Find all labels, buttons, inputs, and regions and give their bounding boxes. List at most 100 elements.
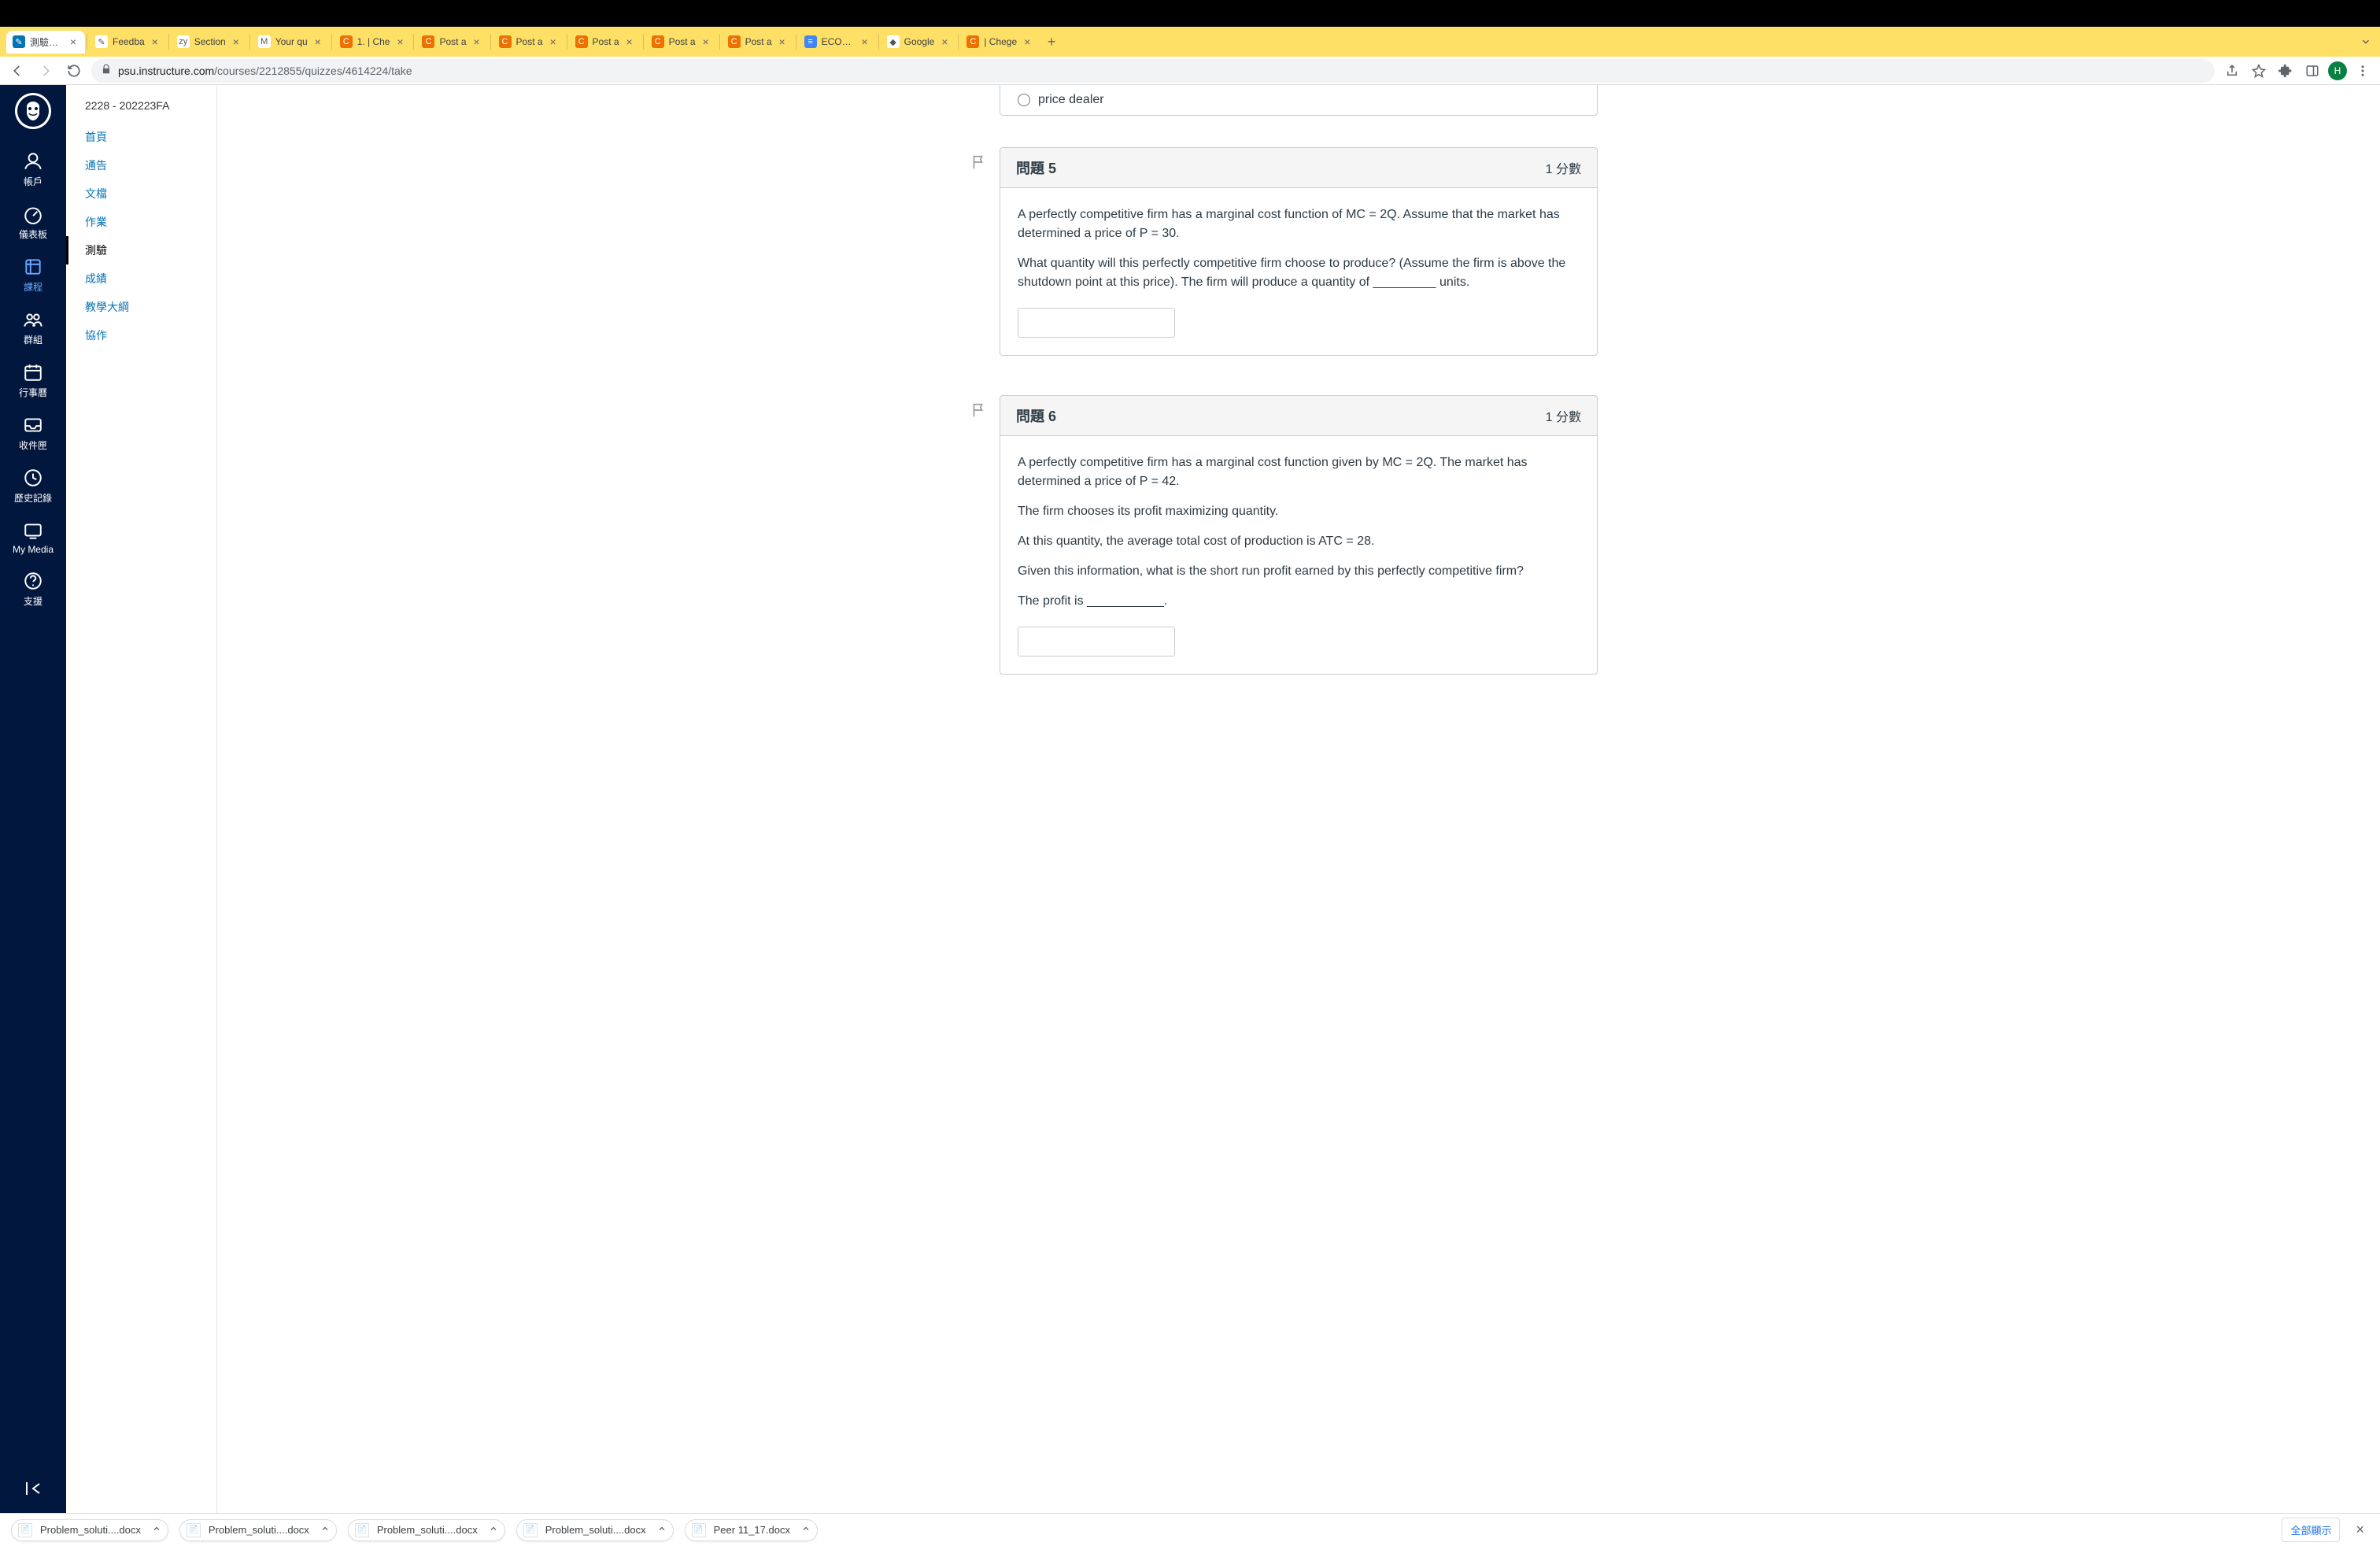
chevron-up-icon[interactable] bbox=[152, 1524, 161, 1536]
global-nav-account[interactable]: 帳戶 bbox=[13, 143, 54, 196]
course-nav: 2228 - 202223FA 首頁通告文檔作業測驗成績教學大綱協作 bbox=[66, 85, 217, 1513]
course-nav-link[interactable]: 測驗 bbox=[66, 236, 216, 264]
download-item[interactable]: 📄Problem_soluti....docx bbox=[516, 1519, 674, 1541]
browser-tab[interactable]: CPost a× bbox=[645, 31, 718, 53]
chevron-up-icon[interactable] bbox=[657, 1524, 667, 1536]
browser-tab[interactable]: ◆Google× bbox=[881, 31, 957, 53]
browser-address-bar: psu.instructure.com/courses/2212855/quiz… bbox=[0, 57, 2380, 85]
side-panel-icon[interactable] bbox=[2301, 60, 2323, 82]
browser-tab[interactable]: CPost a× bbox=[416, 31, 488, 53]
course-nav-link[interactable]: 首頁 bbox=[66, 123, 216, 151]
course-nav-link[interactable]: 協作 bbox=[66, 321, 216, 350]
download-item[interactable]: 📄 Problem_soluti....docx bbox=[179, 1519, 337, 1541]
course-nav-link[interactable]: 教學大綱 bbox=[66, 293, 216, 321]
browser-tab[interactable]: ≡ECON 1× bbox=[798, 31, 877, 53]
nav-label: 群組 bbox=[24, 333, 42, 346]
course-nav-link[interactable]: 文檔 bbox=[66, 179, 216, 208]
tab-title: Post a bbox=[593, 36, 619, 47]
tab-separator bbox=[168, 34, 169, 50]
close-icon[interactable]: × bbox=[68, 36, 79, 47]
global-nav-history[interactable]: 歷史記錄 bbox=[13, 460, 54, 512]
nav-label: 收件匣 bbox=[19, 438, 47, 452]
inbox-icon bbox=[23, 415, 43, 435]
browser-tab[interactable]: MYour qu× bbox=[252, 31, 330, 53]
tab-overflow-icon[interactable] bbox=[2358, 36, 2374, 47]
institution-logo[interactable] bbox=[15, 93, 51, 129]
browser-tab[interactable]: C| Chege× bbox=[960, 31, 1039, 53]
history-icon bbox=[23, 468, 43, 488]
nav-back-button[interactable] bbox=[6, 60, 28, 82]
quiz-content: price dealer 問題 5 1 分數 A perfectly compe… bbox=[217, 85, 2380, 1513]
tab-favicon: C bbox=[422, 35, 434, 48]
tab-title: ECON 1 bbox=[822, 36, 855, 47]
nav-label: 帳戶 bbox=[24, 175, 42, 188]
global-nav-calendar[interactable]: 行事曆 bbox=[13, 354, 54, 407]
question-text: A perfectly competitive firm has a margi… bbox=[1018, 453, 1580, 491]
browser-tab[interactable]: CPost a× bbox=[493, 31, 565, 53]
close-icon[interactable]: × bbox=[150, 36, 161, 47]
close-icon[interactable]: × bbox=[624, 36, 635, 47]
course-nav-link[interactable]: 成績 bbox=[66, 264, 216, 293]
browser-tab[interactable]: ✎測驗：C× bbox=[6, 31, 85, 54]
show-all-downloads[interactable]: 全部顯示 bbox=[2282, 1518, 2340, 1542]
groups-icon bbox=[23, 309, 43, 330]
answer-input[interactable] bbox=[1018, 308, 1175, 338]
global-nav-dashboard[interactable]: 儀表板 bbox=[13, 196, 54, 249]
global-nav-inbox[interactable]: 收件匣 bbox=[13, 407, 54, 460]
bookmark-icon[interactable] bbox=[2248, 60, 2270, 82]
browser-tab[interactable]: zySection× bbox=[171, 31, 248, 53]
close-icon[interactable]: × bbox=[312, 36, 323, 47]
tab-title: Feedba bbox=[113, 36, 145, 47]
close-icon[interactable]: × bbox=[471, 36, 482, 47]
question-text: Given this information, what is the shor… bbox=[1018, 562, 1580, 581]
tab-favicon: ◆ bbox=[887, 35, 900, 48]
answer-input[interactable] bbox=[1018, 627, 1175, 656]
global-nav-media[interactable]: My Media bbox=[13, 512, 54, 563]
download-filename: Problem_soluti....docx bbox=[209, 1524, 309, 1536]
download-item[interactable]: 📄Problem_soluti....docx bbox=[11, 1519, 168, 1541]
nav-forward-button[interactable] bbox=[35, 60, 57, 82]
kebab-menu-icon[interactable] bbox=[2352, 60, 2374, 82]
extensions-icon[interactable] bbox=[2275, 60, 2297, 82]
close-icon[interactable]: × bbox=[859, 36, 870, 47]
close-icon[interactable]: × bbox=[1022, 36, 1033, 47]
radio-input[interactable] bbox=[1018, 94, 1030, 106]
global-nav-courses[interactable]: 課程 bbox=[13, 249, 54, 301]
close-icon[interactable]: × bbox=[548, 36, 559, 47]
flag-question-icon[interactable] bbox=[970, 153, 987, 175]
close-icon[interactable]: × bbox=[231, 36, 242, 47]
browser-tab[interactable]: ✎Feedba× bbox=[89, 31, 167, 53]
close-icon[interactable]: × bbox=[939, 36, 950, 47]
course-nav-link[interactable]: 作業 bbox=[66, 208, 216, 236]
global-nav-groups[interactable]: 群組 bbox=[13, 301, 54, 354]
flag-question-icon[interactable] bbox=[970, 401, 987, 423]
browser-tab[interactable]: CPost a× bbox=[569, 31, 641, 53]
radio-option[interactable]: price dealer bbox=[1018, 93, 1580, 107]
browser-tab[interactable]: CPost a× bbox=[722, 31, 794, 53]
share-icon[interactable] bbox=[2221, 60, 2243, 82]
download-item[interactable]: 📄Problem_soluti....docx bbox=[348, 1519, 505, 1541]
chevron-up-icon[interactable] bbox=[320, 1524, 330, 1536]
download-item[interactable]: 📄Peer 11_17.docx bbox=[685, 1519, 818, 1541]
file-icon: 📄 bbox=[187, 1523, 201, 1537]
tab-title: | Chege bbox=[984, 36, 1017, 47]
nav-collapse-button[interactable] bbox=[24, 1468, 42, 1513]
chevron-up-icon[interactable] bbox=[489, 1524, 498, 1536]
close-icon[interactable]: × bbox=[394, 36, 405, 47]
nav-label: 行事曆 bbox=[19, 386, 47, 399]
chevron-up-icon[interactable] bbox=[801, 1524, 811, 1536]
question-header: 問題 5 1 分數 bbox=[1000, 147, 1598, 188]
course-nav-link[interactable]: 通告 bbox=[66, 151, 216, 179]
browser-tab[interactable]: C1. | Che× bbox=[334, 31, 412, 53]
new-tab-button[interactable]: + bbox=[1040, 31, 1062, 53]
downloads-bar: 📄Problem_soluti....docx📄Problem_soluti..… bbox=[0, 1513, 2380, 1546]
close-icon[interactable]: × bbox=[777, 36, 788, 47]
close-icon[interactable]: × bbox=[700, 36, 711, 47]
question-body: A perfectly competitive firm has a margi… bbox=[1000, 436, 1598, 675]
file-icon: 📄 bbox=[523, 1523, 538, 1537]
global-nav-help[interactable]: 支援 bbox=[13, 563, 54, 616]
url-field[interactable]: psu.instructure.com/courses/2212855/quiz… bbox=[91, 59, 2215, 83]
close-downloads-icon[interactable]: × bbox=[2351, 1522, 2369, 1538]
profile-avatar[interactable]: H bbox=[2328, 61, 2347, 80]
nav-reload-button[interactable] bbox=[63, 60, 85, 82]
